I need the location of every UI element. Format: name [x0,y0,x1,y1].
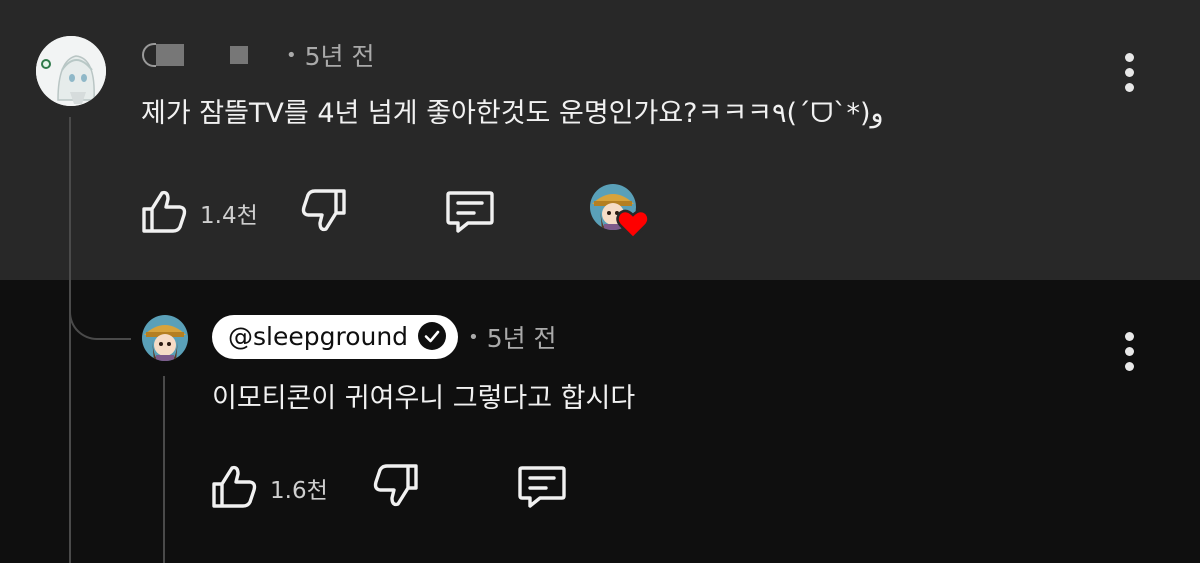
separator-dot: • [286,44,297,66]
heart-icon [616,208,650,244]
thumbs-down-icon [372,462,420,514]
like-count: 1.6천 [270,478,328,504]
more-vert-icon [1124,53,1134,62]
verified-check-icon [418,322,447,350]
separator-dot: • [468,326,479,348]
dislike-button[interactable] [300,187,348,239]
commenter-name[interactable] [142,43,276,67]
reply-button[interactable] [444,185,496,241]
reply-button[interactable] [516,460,568,516]
thread-line [69,117,71,563]
dislike-button[interactable] [372,462,420,514]
more-vert-icon [1124,332,1134,341]
like-count: 1.4천 [200,203,258,229]
like-button[interactable]: 1.4천 [140,187,258,239]
like-button[interactable]: 1.6천 [210,462,328,514]
reply-text: 이모티콘이 귀여우니 그렇다고 합시다 [212,383,636,414]
comment-text: 제가 잠뜰TV를 4년 넘게 좋아한것도 운명인가요?ㅋㅋㅋ٩(ˊᗜˋ*)و [141,98,884,129]
reply-author-avatar[interactable] [142,315,188,361]
reply-icon [516,460,568,516]
creator-heart-badge [589,184,656,244]
reply-time: 5년 전 [486,324,557,353]
thread-connector [69,260,131,340]
comment-meta: • 5년 전 [142,38,374,72]
thumbs-down-icon [300,187,348,239]
thumbs-up-icon [140,187,188,239]
reply-thread-line [163,376,165,563]
comment-actions: 1.4천 [140,184,656,242]
reply-more-button[interactable] [1123,332,1135,371]
commenter-avatar[interactable] [36,36,106,106]
comment-time: 5년 전 [304,42,375,71]
reply-meta: @sleepground • 5년 전 [212,315,557,359]
thumbs-up-icon [210,462,258,514]
reply-author-name: @sleepground [228,321,409,351]
reply-icon [444,185,496,241]
comment-more-button[interactable] [1123,53,1135,92]
channel-name-pill[interactable]: @sleepground [212,315,459,359]
reply-actions: 1.6천 [210,460,568,516]
